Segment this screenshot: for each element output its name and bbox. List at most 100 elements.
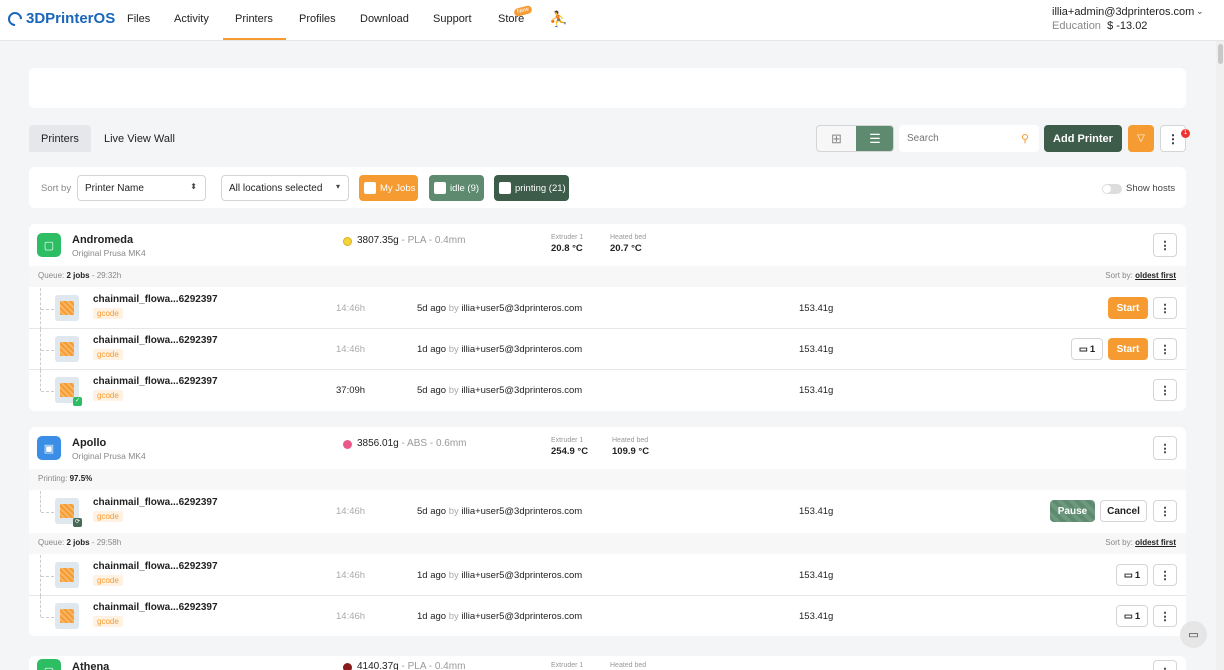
job-name[interactable]: chainmail_flowa...6292397 <box>93 294 218 305</box>
kebab-icon[interactable]: ⋮ <box>1153 233 1177 257</box>
comment-button[interactable]: ▭ 1 <box>1116 605 1148 627</box>
nav-support[interactable]: Support <box>433 13 472 25</box>
job-weight: 153.41g <box>799 570 834 581</box>
comment-count: 1 <box>1134 569 1141 581</box>
kebab-icon[interactable]: ⋮ <box>1153 660 1177 670</box>
job-submitted: 1d ago by illia+user5@3dprinteros.com <box>417 570 582 581</box>
kebab-icon[interactable]: ⋮ <box>1153 605 1177 627</box>
queue-prefix: Queue: <box>38 538 65 547</box>
cancel-button[interactable]: Cancel <box>1100 500 1147 522</box>
filter-icon[interactable]: ▽ <box>1128 125 1154 152</box>
filament-info: 4140.37g - PLA - 0.4mm <box>357 661 465 670</box>
page-scrollbar[interactable] <box>1216 41 1224 670</box>
job-thumbnail <box>55 295 79 321</box>
sort-label: Sort by <box>41 183 72 194</box>
sort-value: oldest first <box>1135 271 1176 280</box>
kebab-icon[interactable]: ⋮ <box>1153 338 1177 360</box>
run-icon[interactable]: ⛹ <box>549 10 568 28</box>
chat-icon[interactable]: ▭ <box>1180 621 1207 648</box>
kebab-icon[interactable]: ⋮ <box>1153 436 1177 460</box>
printer-name[interactable]: Athena <box>72 661 109 670</box>
sort-select[interactable]: Printer Name ⬍ <box>77 175 206 201</box>
start-button[interactable]: Start <box>1108 338 1148 360</box>
job-user: illia+user5@3dprinteros.com <box>461 385 583 396</box>
pause-button[interactable]: Pause <box>1050 500 1095 522</box>
bed-label: Heated bed <box>610 662 647 669</box>
kebab-icon[interactable]: ⋮ <box>1153 297 1177 319</box>
account-email[interactable]: illia+admin@3dprinteros.com <box>1052 6 1194 18</box>
job-row[interactable]: chainmail_flowa...6292397 gcode 14:46h 5… <box>29 288 1186 329</box>
job-user: illia+user5@3dprinteros.com <box>461 611 583 622</box>
add-printer-button[interactable]: Add Printer <box>1044 125 1122 152</box>
job-weight: 153.41g <box>799 303 834 314</box>
search-input[interactable] <box>899 125 1019 152</box>
job-by: by <box>446 344 462 355</box>
job-row[interactable]: chainmail_flowa...6292397 gcode 14:46h 1… <box>29 329 1186 370</box>
nav-activity[interactable]: Activity <box>174 13 209 25</box>
comment-icon: ▭ <box>1078 343 1088 355</box>
nav-files[interactable]: Files <box>127 13 150 25</box>
printer-name[interactable]: Apollo <box>72 437 106 449</box>
current-job-row[interactable]: ⟳ chainmail_flowa...6292397 gcode 14:46h… <box>29 491 1186 532</box>
extruder-label: Extruder 1 <box>551 437 584 444</box>
job-weight: 153.41g <box>799 611 834 622</box>
kebab-icon[interactable]: ⋮ <box>1153 564 1177 586</box>
logo-text: 3DPrinterOS <box>26 10 116 27</box>
printer-card-athena: ▢ Athena 4140.37g - PLA - 0.4mm Extruder… <box>29 656 1186 670</box>
tree-line <box>40 370 41 391</box>
queue-bar: Queue: 2 jobs - 29:58h Sort by: oldest f… <box>29 533 1186 554</box>
job-row[interactable]: chainmail_flowa...6292397 gcode 14:46h 1… <box>29 596 1186 637</box>
show-hosts-toggle[interactable] <box>1102 184 1122 194</box>
nav-download[interactable]: Download <box>360 13 409 25</box>
kebab-icon[interactable]: ⋮ <box>1153 500 1177 522</box>
list-view-icon[interactable]: ☰ <box>856 126 893 151</box>
job-name[interactable]: chainmail_flowa...6292397 <box>93 561 218 572</box>
comment-button[interactable]: ▭ 1 <box>1071 338 1103 360</box>
search-icon[interactable]: ⚲ <box>1021 132 1029 145</box>
chip-my-jobs[interactable]: My Jobs <box>359 175 418 201</box>
show-hosts-label: Show hosts <box>1126 183 1176 194</box>
extruder-temp: 20.8 °C <box>551 243 583 254</box>
printing-icon: ⟳ <box>73 518 82 527</box>
job-name[interactable]: chainmail_flowa...6292397 <box>93 602 218 613</box>
filament-info: 3856.01g - ABS - 0.6mm <box>357 438 467 449</box>
queue-sort[interactable]: Sort by: oldest first <box>1105 538 1176 547</box>
job-submitted: 5d ago by illia+user5@3dprinteros.com <box>417 385 582 396</box>
location-select[interactable]: All locations selected ▾ <box>221 175 349 201</box>
bed-label: Heated bed <box>612 437 649 444</box>
job-name[interactable]: chainmail_flowa...6292397 <box>93 335 218 346</box>
grid-view-icon[interactable]: ⊞ <box>817 126 856 151</box>
checkbox-icon <box>364 182 376 194</box>
nav-profiles[interactable]: Profiles <box>299 13 336 25</box>
app-logo[interactable]: 3DPrinterOS <box>5 8 116 29</box>
nav-printers[interactable]: Printers <box>235 13 273 25</box>
comment-icon: ▭ <box>1123 610 1133 622</box>
job-duration: 14:46h <box>336 344 366 355</box>
job-ago: 1d ago <box>417 570 447 581</box>
extruder-label: Extruder 1 <box>551 234 584 241</box>
job-name[interactable]: chainmail_flowa...6292397 <box>93 376 218 387</box>
tab-printers[interactable]: Printers <box>29 125 91 152</box>
queue-sort[interactable]: Sort by: oldest first <box>1105 271 1176 280</box>
scrollbar-thumb[interactable] <box>1218 44 1223 64</box>
queue-time: - 29:32h <box>89 271 122 280</box>
job-row[interactable]: ✓ chainmail_flowa...6292397 gcode 37:09h… <box>29 370 1186 411</box>
tab-live-view-wall[interactable]: Live View Wall <box>92 125 187 152</box>
chip-label: My Jobs <box>380 182 416 194</box>
chip-idle[interactable]: idle (9) <box>429 175 484 201</box>
filament-spec: - ABS - 0.6mm <box>398 438 467 449</box>
chevron-down-icon[interactable]: ⌄ <box>1196 6 1204 17</box>
job-thumbnail <box>55 603 79 629</box>
job-row[interactable]: chainmail_flowa...6292397 gcode 14:46h 1… <box>29 555 1186 596</box>
job-duration: 14:46h <box>336 303 366 314</box>
printer-card-apollo: ▣ Apollo Original Prusa MK4 3856.01g - A… <box>29 427 1186 636</box>
tree-branch <box>41 309 54 310</box>
chip-printing[interactable]: printing (21) <box>494 175 569 201</box>
tree-branch <box>41 617 54 618</box>
printer-name[interactable]: Andromeda <box>72 234 133 246</box>
job-name[interactable]: chainmail_flowa...6292397 <box>93 497 218 508</box>
comment-button[interactable]: ▭ 1 <box>1116 564 1148 586</box>
job-by: by <box>446 611 462 622</box>
start-button[interactable]: Start <box>1108 297 1148 319</box>
kebab-icon[interactable]: ⋮ <box>1153 379 1177 401</box>
